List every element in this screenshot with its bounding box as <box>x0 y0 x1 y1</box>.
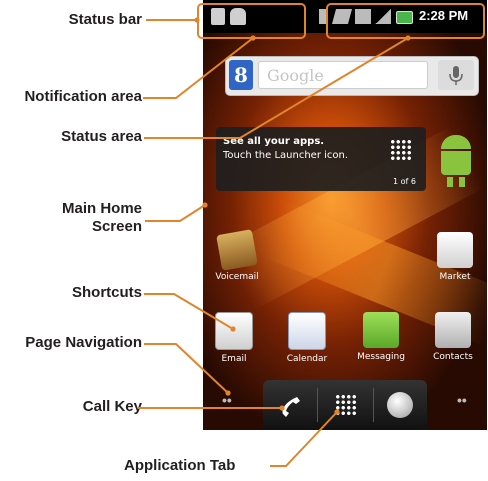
callout-lines <box>138 3 485 467</box>
